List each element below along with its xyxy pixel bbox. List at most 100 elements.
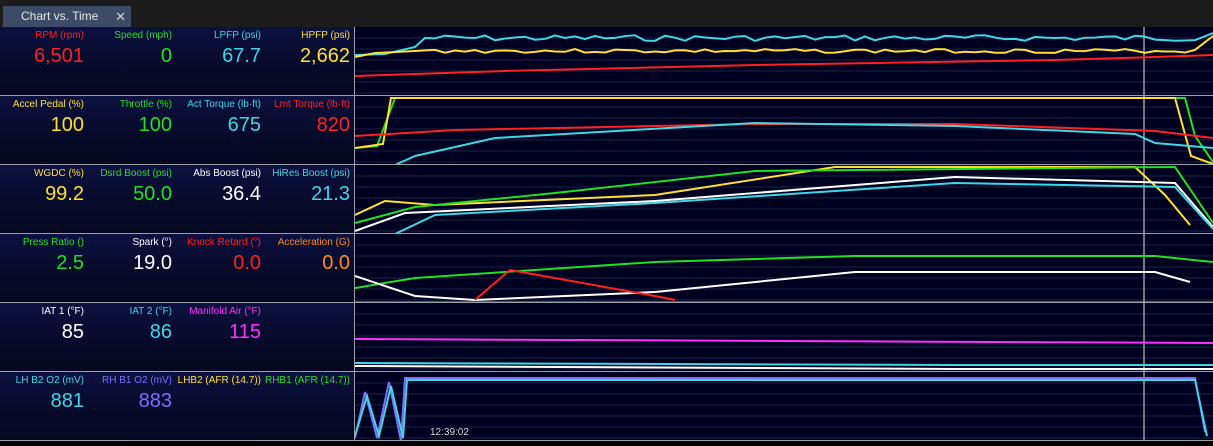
signal-trace	[355, 377, 1206, 440]
gauge-label: Lmt Torque (lb·ft)	[274, 99, 350, 110]
gauge-value: 0.0	[233, 252, 261, 274]
gauge[interactable]: RH B1 O2 (mV) 883	[88, 372, 176, 441]
gauge-label: LHB2 (AFR (14.7))	[177, 375, 261, 386]
gauge[interactable]: LPFP (psi) 67.7	[177, 27, 265, 96]
gauge-value: 50.0	[133, 183, 172, 205]
gauge-label: IAT 1 (°F)	[41, 306, 84, 317]
gauge-value: 2.5	[56, 252, 84, 274]
gauge-label: IAT 2 (°F)	[129, 306, 172, 317]
chart-row: RPM (rpm) 6,501 Speed (mph) 0 LPFP (psi) 67.7…	[0, 27, 1213, 96]
plot-area[interactable]	[355, 303, 1213, 372]
gauge-value: 100	[50, 114, 84, 136]
gauge-value: 21.3	[311, 183, 350, 205]
plot-svg	[355, 303, 1213, 371]
gauge-label: RPM (rpm)	[35, 30, 84, 41]
chart-row: Press Ratio () 2.5 Spark (°) 19.0 Knock Reta…	[0, 234, 1213, 303]
gauge[interactable]: RHB1 (AFR (14.7))	[264, 372, 354, 441]
gauge[interactable]: Spark (°) 19.0	[88, 234, 176, 303]
gauge-label: RHB1 (AFR (14.7))	[264, 375, 350, 386]
gauge-value: 0.0	[322, 252, 350, 274]
gauge-value: 100	[138, 114, 172, 136]
gauge-label: HPFP (psi)	[301, 30, 350, 41]
gauge[interactable]: Dsrd Boost (psi) 50.0	[88, 165, 176, 234]
gauge-label: LH B2 O2 (mV)	[15, 375, 84, 386]
signal-trace	[355, 362, 1213, 366]
gauge[interactable]: Manifold Air (°F) 115	[177, 303, 265, 372]
time-axis-label: 12:39:02	[430, 427, 469, 438]
gauge[interactable]: Throttle (%) 100	[88, 96, 176, 165]
signal-trace	[355, 35, 1213, 58]
chart-row: IAT 1 (°F) 85 IAT 2 (°F) 86 Manifold Air (°F…	[0, 303, 1213, 372]
gauge-value: 86	[149, 321, 172, 343]
plot-area[interactable]	[355, 165, 1213, 234]
gauge[interactable]: IAT 1 (°F) 85	[0, 303, 88, 372]
gauge-label: Speed (mph)	[114, 30, 172, 41]
gauge-label: Acceleration (G)	[277, 237, 350, 248]
gauge-panel: RPM (rpm) 6,501 Speed (mph) 0 LPFP (psi) 67.7…	[0, 27, 355, 96]
gauge-label: WGDC (%)	[34, 168, 84, 179]
plot-svg	[355, 165, 1213, 233]
chart-row: LH B2 O2 (mV) 881 RH B1 O2 (mV) 883 LHB2 (AF…	[0, 372, 1213, 441]
plot-svg	[355, 27, 1213, 95]
signal-trace	[355, 338, 1213, 344]
gauge-panel: LH B2 O2 (mV) 881 RH B1 O2 (mV) 883 LHB2 (AF…	[0, 372, 355, 441]
gauge-value: 85	[61, 321, 84, 343]
close-icon[interactable]: ✕	[115, 6, 126, 27]
chart-row: Accel Pedal (%) 100 Throttle (%) 100 Act Tor…	[0, 96, 1213, 165]
gauge[interactable]: LHB2 (AFR (14.7))	[177, 372, 265, 441]
gauge[interactable]: HiRes Boost (psi) 21.3	[266, 165, 354, 234]
gauge-label: Spark (°)	[132, 237, 172, 248]
signal-trace	[355, 379, 1208, 440]
gauge-value: 6,501	[33, 45, 84, 67]
tab-title: Chart vs. Time	[21, 9, 99, 23]
gauge[interactable]: Acceleration (G) 0.0	[266, 234, 354, 303]
signal-trace	[355, 54, 1213, 77]
gauge[interactable]: Knock Retard (°) 0.0	[177, 234, 265, 303]
gauge-label: HiRes Boost (psi)	[272, 168, 350, 179]
gauge-panel: IAT 1 (°F) 85 IAT 2 (°F) 86 Manifold Air (°F…	[0, 303, 355, 372]
gauge-value: 820	[316, 114, 350, 136]
gauge-panel: Press Ratio () 2.5 Spark (°) 19.0 Knock Reta…	[0, 234, 355, 303]
gauge[interactable]: IAT 2 (°F) 86	[88, 303, 176, 372]
plot-svg	[355, 372, 1213, 440]
gauge[interactable]: Act Torque (lb·ft) 675	[177, 96, 265, 165]
gauge-label: Act Torque (lb·ft)	[187, 99, 261, 110]
plot-area[interactable]	[355, 96, 1213, 165]
gauge[interactable]: Press Ratio () 2.5	[0, 234, 88, 303]
gauge-label: Knock Retard (°)	[186, 237, 261, 248]
plot-area[interactable]	[355, 372, 1213, 441]
gauge-value: 675	[227, 114, 261, 136]
gauge-value: 881	[50, 390, 84, 412]
gauge-panel: Accel Pedal (%) 100 Throttle (%) 100 Act Tor…	[0, 96, 355, 165]
gauge-label: Throttle (%)	[119, 99, 172, 110]
tab-chart-vs-time[interactable]: Chart vs. Time ✕	[3, 6, 131, 27]
gauge-value: 2,662	[299, 45, 350, 67]
gauge[interactable]: Accel Pedal (%) 100	[0, 96, 88, 165]
gauge[interactable]: HPFP (psi) 2,662	[266, 27, 354, 96]
gauge[interactable]: Lmt Torque (lb·ft) 820	[266, 96, 354, 165]
gauge-label: RH B1 O2 (mV)	[101, 375, 172, 386]
gauge-value: 67.7	[222, 45, 261, 67]
gauge-label: Manifold Air (°F)	[189, 306, 261, 317]
gauge-value: 99.2	[45, 183, 84, 205]
tab-bar: Chart vs. Time ✕	[0, 0, 1213, 28]
gauge-label: Accel Pedal (%)	[12, 99, 84, 110]
gauge-label: LPFP (psi)	[213, 30, 261, 41]
gauge-value: 0	[160, 45, 172, 67]
gauge[interactable]: Speed (mph) 0	[88, 27, 176, 96]
gauge[interactable]: Abs Boost (psi) 36.4	[177, 165, 265, 234]
plot-svg	[355, 234, 1213, 302]
gauge-label: Dsrd Boost (psi)	[100, 168, 172, 179]
gauge[interactable]: LH B2 O2 (mV) 881	[0, 372, 88, 441]
gauge-value: 19.0	[133, 252, 172, 274]
plot-area[interactable]	[355, 27, 1213, 96]
plot-area[interactable]	[355, 234, 1213, 303]
gauge-value: 115	[229, 321, 261, 343]
gauge-label: Press Ratio ()	[22, 237, 84, 248]
plot-svg	[355, 96, 1213, 164]
gauge-value: 883	[138, 390, 172, 412]
gauge[interactable]: WGDC (%) 99.2	[0, 165, 88, 234]
chart-row: WGDC (%) 99.2 Dsrd Boost (psi) 50.0 Abs Boos…	[0, 165, 1213, 234]
gauge[interactable]: RPM (rpm) 6,501	[0, 27, 88, 96]
gauge-panel: WGDC (%) 99.2 Dsrd Boost (psi) 50.0 Abs Boos…	[0, 165, 355, 234]
